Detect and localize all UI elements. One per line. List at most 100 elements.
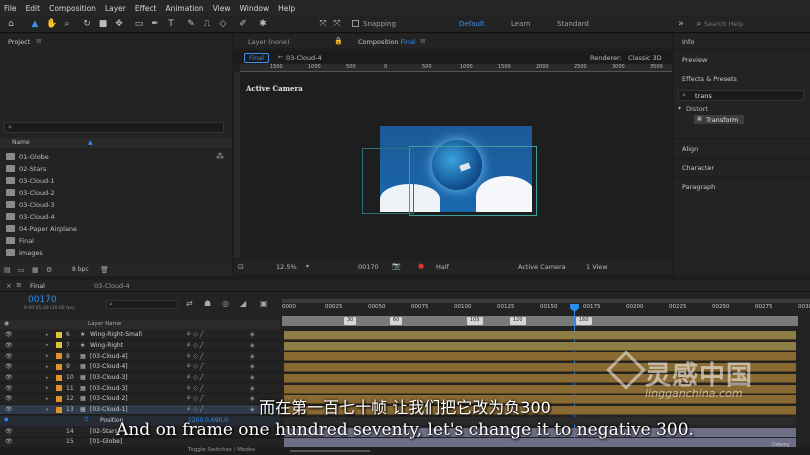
selection-tool-icon[interactable]: ▲ — [30, 19, 40, 29]
comp-marker[interactable]: 60 — [390, 317, 403, 325]
project-item[interactable]: 04-Paper Airplane — [6, 223, 216, 234]
work-area-bar[interactable] — [282, 299, 810, 303]
panel-menu-icon[interactable]: ≡ — [420, 37, 426, 45]
name-column[interactable]: Name — [12, 139, 30, 146]
layer-switches[interactable]: ⚘ ◇ ╱ — [186, 385, 203, 392]
flowchart-icon[interactable]: ⁂ — [216, 152, 224, 161]
label-color-swatch[interactable] — [56, 331, 62, 338]
visibility-eye-icon[interactable]: 👁 — [5, 374, 13, 381]
camera-tool-icon[interactable]: ■ — [98, 19, 108, 29]
label-color-swatch[interactable] — [56, 374, 62, 381]
layer-name[interactable]: [03-Cloud-3] — [90, 374, 128, 381]
timeline-tab-final[interactable]: Final — [30, 282, 45, 290]
menu-effect[interactable]: Effect — [135, 4, 157, 13]
comp-marker[interactable]: 120 — [510, 317, 526, 325]
3d-layer-icon[interactable]: ◈ — [250, 342, 255, 349]
settings-icon[interactable]: ⚙ — [46, 266, 52, 274]
resolution-select[interactable]: Half — [436, 263, 449, 271]
label-color-swatch[interactable] — [56, 385, 62, 392]
layer-row[interactable]: 👁 ▸ 9 ▦ [03-Cloud-4] ⚘ ◇ ╱ ◈ — [0, 362, 280, 373]
visibility-eye-icon[interactable]: 👁 — [5, 342, 13, 349]
layer-row[interactable]: 👁 ▸ 7 ★ Wing-Right ⚘ ◇ ╱ ◈ — [0, 341, 280, 352]
breadcrumb-final[interactable]: Final — [244, 53, 269, 63]
menu-window[interactable]: Window — [240, 4, 270, 13]
graph-editor-icon[interactable]: ◢ — [240, 299, 246, 308]
motion-blur-icon[interactable]: ◎ — [222, 299, 229, 308]
view-layout-select[interactable]: 1 View — [586, 263, 608, 271]
layer-bounding-box[interactable] — [409, 146, 537, 216]
effects-search-input[interactable]: ⌕ trans — [678, 90, 804, 101]
expand-arrow-icon[interactable]: ▸ — [46, 342, 49, 348]
label-color-swatch[interactable] — [56, 342, 62, 349]
project-item[interactable]: 03-Cloud-3 — [6, 199, 216, 210]
type-tool-icon[interactable]: T — [166, 19, 176, 29]
visibility-eye-icon[interactable]: 👁 — [5, 353, 13, 360]
pan-behind-tool-icon[interactable]: ✥ — [114, 19, 124, 29]
comp-flowchart-icon[interactable]: ⇄ — [186, 299, 193, 308]
zoom-select[interactable]: 12.5% — [276, 263, 297, 271]
close-icon[interactable]: × — [6, 282, 12, 290]
bpc-button[interactable]: 8 bpc — [72, 266, 89, 273]
breadcrumb-cloud[interactable]: 03-Cloud-4 — [286, 54, 322, 62]
3d-layer-icon[interactable]: ◈ — [250, 353, 255, 360]
layer-switches[interactable]: ⚘ ◇ ╱ — [186, 342, 203, 349]
current-time[interactable]: 00170 — [28, 295, 57, 305]
panel-menu-icon[interactable]: ≡ — [36, 37, 42, 45]
eraser-tool-icon[interactable]: ◇ — [218, 19, 228, 29]
menu-file[interactable]: File — [4, 4, 17, 13]
project-tab[interactable]: Project — [8, 38, 30, 46]
cloud-bounding-box[interactable] — [362, 148, 414, 214]
world-axis-icon[interactable]: ⤧ — [332, 19, 342, 29]
brush-tool-icon[interactable]: ✎ — [186, 19, 196, 29]
timeline-search-input[interactable]: ⌕ — [106, 300, 178, 309]
layer-name-column[interactable]: Layer Name — [88, 321, 121, 327]
layer-duration-bar[interactable] — [284, 341, 796, 351]
menu-layer[interactable]: Layer — [105, 4, 126, 13]
camera-select[interactable]: Active Camera — [518, 263, 566, 271]
preview-tab[interactable]: Preview — [682, 56, 707, 64]
comp-marker[interactable]: 160 — [576, 317, 592, 325]
layer-switches[interactable]: ⚘ ◇ ╱ — [186, 353, 203, 360]
new-composition-icon[interactable]: ▦ — [32, 266, 39, 274]
sort-arrow-icon[interactable]: ▲ — [88, 139, 93, 146]
expand-arrow-icon[interactable]: ▸ — [46, 332, 49, 338]
renderer-value[interactable]: Classic 3D — [628, 54, 662, 62]
zoom-tool-icon[interactable]: ⌕ — [62, 19, 72, 29]
comp-marker[interactable]: 105 — [467, 317, 483, 325]
menu-help[interactable]: Help — [278, 4, 295, 13]
puppet-tool-icon[interactable]: ✱ — [258, 19, 268, 29]
character-tab[interactable]: Character — [682, 164, 714, 172]
menu-edit[interactable]: Edit — [26, 4, 41, 13]
snapshot-icon[interactable]: 📷 — [392, 262, 401, 270]
label-color-swatch[interactable] — [56, 353, 62, 360]
layer-row[interactable]: 👁 ▸ 10 ▦ [03-Cloud-3] ⚘ ◇ ╱ ◈ — [0, 373, 280, 384]
info-tab[interactable]: Info — [682, 38, 694, 46]
project-item[interactable]: 03-Cloud-1 — [6, 175, 216, 186]
search-help-input[interactable] — [704, 18, 804, 30]
comp-marker[interactable]: 30 — [344, 317, 357, 325]
workspace-learn[interactable]: Learn — [511, 20, 531, 28]
draft-3d-icon[interactable]: ☗ — [204, 299, 211, 308]
layer-name[interactable]: [03-Cloud-4] — [90, 363, 128, 370]
layer-row[interactable]: 👁 ▸ 6 ★ Wing-Right-Small ⚘ ◇ ╱ ◈ — [0, 330, 280, 341]
snapping-checkbox[interactable] — [352, 20, 359, 27]
zoom-slider[interactable] — [290, 450, 370, 452]
layer-duration-bar[interactable] — [284, 331, 796, 340]
roto-brush-tool-icon[interactable]: ✐ — [238, 19, 248, 29]
frame-blending-icon[interactable]: ▣ — [260, 299, 268, 308]
visibility-eye-icon[interactable]: 👁 — [5, 331, 13, 338]
layer-switches[interactable]: ⚘ ◇ ╱ — [186, 331, 203, 338]
timeline-tab-cloud[interactable]: 03-Cloud-4 — [94, 282, 130, 290]
project-search-input[interactable]: ⌕ — [4, 122, 224, 133]
workspace-default[interactable]: Default — [459, 20, 485, 28]
layer-row[interactable]: 👁 ▸ 8 ▦ [03-Cloud-4] ⚘ ◇ ╱ ◈ — [0, 351, 280, 362]
project-item[interactable]: Final — [6, 235, 216, 246]
rotate-tool-icon[interactable]: ↻ — [82, 19, 92, 29]
menu-view[interactable]: View — [213, 4, 231, 13]
3d-layer-icon[interactable]: ◈ — [250, 374, 255, 381]
transform-effect-item[interactable]: ▦ Transform — [694, 115, 744, 124]
paragraph-tab[interactable]: Paragraph — [682, 183, 715, 191]
interpret-footage-icon[interactable]: ▤ — [4, 266, 11, 274]
pen-tool-icon[interactable]: ✒ — [150, 19, 160, 29]
panel-menu-icon[interactable]: ≡ — [16, 281, 22, 289]
